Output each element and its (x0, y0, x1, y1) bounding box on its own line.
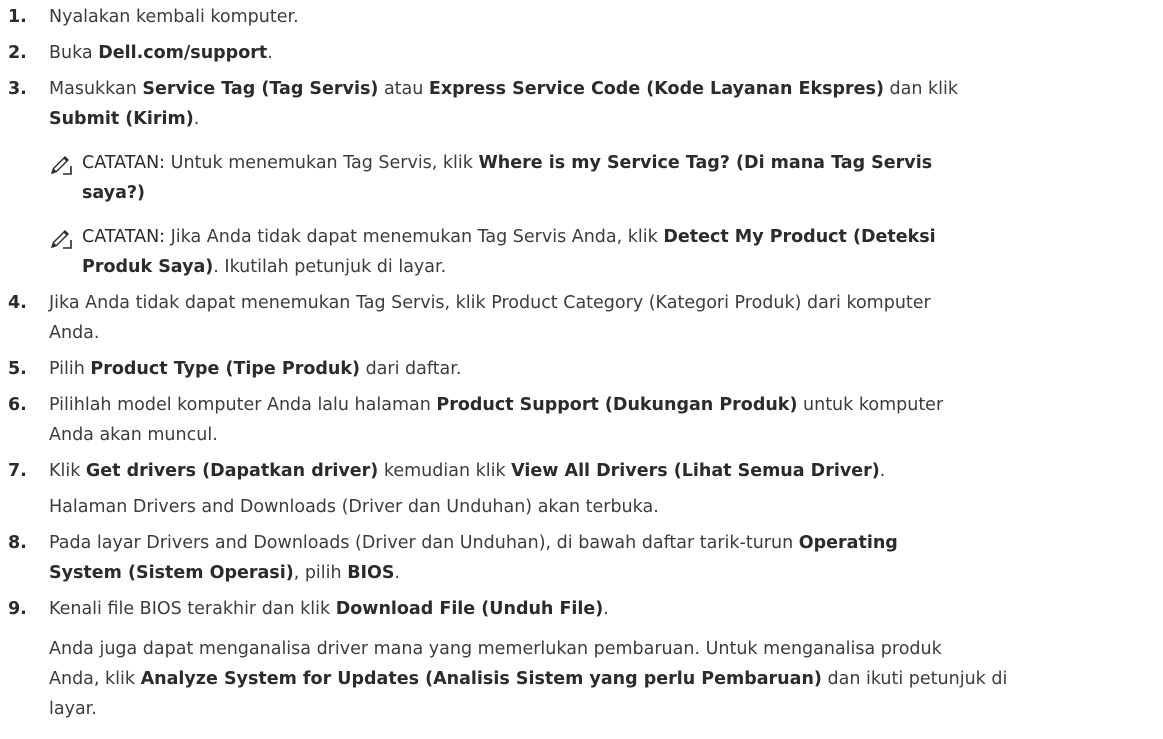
step-line: Klik Get drivers (Dapatkan driver) kemud… (49, 456, 1155, 486)
step-text-end: . (193, 109, 200, 129)
step-number: 4. (8, 293, 27, 313)
pencil-note-icon (49, 154, 73, 176)
step-text: untuk komputer (797, 395, 944, 415)
note-link-text: saya?) (82, 183, 146, 203)
step-result: layar. (49, 699, 97, 719)
step-text: , pilih (293, 563, 348, 583)
step-text: Nyalakan kembali komputer. (49, 7, 299, 27)
step-9: 9. Kenali file BIOS terakhir dan klik Do… (8, 594, 1155, 724)
step-number: 7. (8, 461, 27, 481)
support-url: Dell.com/support (98, 43, 268, 63)
step-line: Anda akan muncul. (49, 425, 218, 445)
submit-term: Submit (Kirim) (49, 109, 194, 129)
view-all-drivers-term: View All Drivers (Lihat Semua Driver) (511, 461, 880, 481)
step-text: Masukkan (49, 79, 143, 99)
download-file-term: Download File (Unduh File) (335, 599, 604, 619)
step-text-end: . (603, 599, 609, 619)
step-text-end: . (879, 461, 886, 481)
step-number: 9. (8, 599, 27, 619)
step-text: kemudian klik (378, 461, 512, 481)
step-number: 6. (8, 395, 27, 415)
step-number: 2. (8, 43, 27, 63)
step-text: Pada layar Drivers and Downloads (Driver… (49, 533, 799, 553)
note-line: Produk Saya). Ikutilah petunjuk di layar… (82, 252, 1155, 282)
step-4: 4. Jika Anda tidak dapat menemukan Tag S… (8, 288, 1155, 348)
product-support-term: Product Support (Dukungan Produk) (436, 395, 798, 415)
step-text: Klik (49, 461, 86, 481)
note-label: CATATAN: (82, 227, 166, 247)
step-text: dan ikuti petunjuk di (821, 669, 1008, 689)
step-text-end: . (267, 43, 273, 63)
get-drivers-term: Get drivers (Dapatkan driver) (85, 461, 379, 481)
step-7: 7. Klik Get drivers (Dapatkan driver) ke… (8, 456, 1155, 522)
step-8: 8. Pada layar Drivers and Downloads (Dri… (8, 528, 1155, 588)
step-line: Masukkan Service Tag (Tag Servis) atau E… (49, 74, 1155, 104)
step-line: Submit (Kirim). (49, 104, 1155, 134)
step-text: Buka (49, 43, 99, 63)
operating-system-term: Operating (798, 533, 898, 553)
step-number: 5. (8, 359, 27, 379)
step-line: Jika Anda tidak dapat menemukan Tag Serv… (49, 293, 931, 313)
step-5: 5. Pilih Product Type (Tipe Produk) dari… (8, 354, 1155, 384)
operating-system-term: System (Sistem Operasi) (49, 563, 294, 583)
pencil-note-icon (49, 228, 73, 250)
step-result: Halaman Drivers and Downloads (Driver da… (49, 497, 659, 517)
analyze-system-term: Analyze System for Updates (Analisis Sis… (140, 669, 822, 689)
note-text: Jika Anda tidak dapat menemukan Tag Serv… (165, 227, 664, 247)
step-text: Pilihlah model komputer Anda lalu halama… (49, 395, 437, 415)
step-6: 6. Pilihlah model komputer Anda lalu hal… (8, 390, 1155, 450)
note-link-text: Where is my Service Tag? (Di mana Tag Se… (478, 153, 933, 173)
step-3: 3. Masukkan Service Tag (Tag Servis) ata… (8, 74, 1155, 134)
step-text: dan klik (883, 79, 959, 99)
note-label: CATATAN: (82, 153, 166, 173)
step-result: Anda, klik Analyze System for Updates (A… (49, 664, 1155, 694)
step-line: Pilihlah model komputer Anda lalu halama… (49, 390, 1155, 420)
step-result: Anda juga dapat menganalisa driver mana … (49, 639, 942, 659)
instruction-document: 1. Nyalakan kembali komputer. 2. Buka De… (0, 0, 1163, 724)
step-text: Anda, klik (49, 669, 141, 689)
note-link-text: Produk Saya) (82, 257, 214, 277)
step-text: atau (378, 79, 429, 99)
note-2: CATATAN: Jika Anda tidak dapat menemukan… (8, 222, 1155, 282)
bios-term: BIOS (347, 563, 395, 583)
product-type-term: Product Type (Tipe Produk) (90, 359, 360, 379)
note-1: CATATAN: Untuk menemukan Tag Servis, kli… (8, 148, 1155, 208)
step-number: 1. (8, 7, 27, 27)
note-text: . Ikutilah petunjuk di layar. (213, 257, 447, 277)
step-text: Kenali file BIOS terakhir dan klik (49, 599, 336, 619)
service-tag-term: Service Tag (Tag Servis) (142, 79, 379, 99)
step-text: Pilih (49, 359, 91, 379)
step-line: Pada layar Drivers and Downloads (Driver… (49, 528, 1155, 558)
note-link-text: Detect My Product (Deteksi (663, 227, 936, 247)
step-text-end: . (394, 563, 401, 583)
step-line: Anda. (49, 323, 100, 343)
note-line: CATATAN: Jika Anda tidak dapat menemukan… (82, 222, 1155, 252)
step-line: Kenali file BIOS terakhir dan klik Downl… (49, 594, 1155, 624)
note-text: Untuk menemukan Tag Servis, klik (165, 153, 479, 173)
express-code-term: Express Service Code (Kode Layanan Ekspr… (428, 79, 884, 99)
step-number: 8. (8, 533, 27, 553)
step-line: System (Sistem Operasi), pilih BIOS. (49, 558, 1155, 588)
step-2: 2. Buka Dell.com/support. (8, 38, 1155, 68)
note-line: saya?) (82, 178, 1155, 208)
step-text-end: dari daftar. (360, 359, 462, 379)
step-1: 1. Nyalakan kembali komputer. (8, 2, 1155, 32)
note-line: CATATAN: Untuk menemukan Tag Servis, kli… (82, 148, 1155, 178)
step-number: 3. (8, 79, 27, 99)
